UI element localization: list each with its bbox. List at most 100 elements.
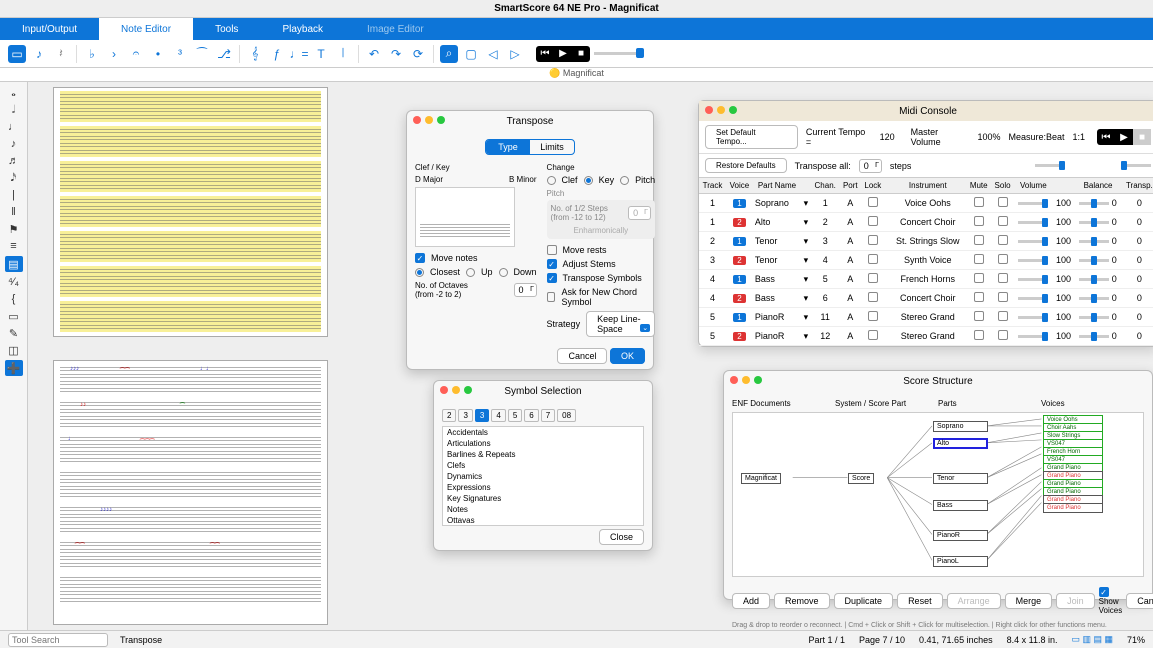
palette-add-icon[interactable]: ➕ bbox=[5, 360, 23, 376]
tool-triplet-icon[interactable]: ³ bbox=[171, 45, 189, 63]
palette-measure-icon[interactable]: ▭ bbox=[7, 309, 21, 323]
midi-track-row[interactable]: 12Alto▾2AConcert Choir100 00 bbox=[699, 213, 1153, 232]
score-canvas[interactable]: ♪♪♪⁀⁀♩♩ ♪♪⁀ ♩⁀⁀⁀ ♪♪♪♪ ⁀⁀⁀⁀ Transpose Typ… bbox=[28, 82, 1153, 642]
zoom-icon[interactable] bbox=[464, 386, 472, 394]
change-clef-radio[interactable] bbox=[547, 176, 556, 185]
struct-remove-button[interactable]: Remove bbox=[774, 593, 830, 609]
node-part[interactable]: PianoL bbox=[933, 556, 988, 567]
midi-track-row[interactable]: 21Tenor▾3ASt. Strings Slow100 00 bbox=[699, 232, 1153, 251]
midi-track-row[interactable]: 42Bass▾6AConcert Choir100 00 bbox=[699, 289, 1153, 308]
tuplet-tab[interactable]: 5 bbox=[508, 409, 522, 422]
symbol-category-item[interactable]: Notes bbox=[443, 504, 643, 515]
symbol-category-item[interactable]: Key Signatures bbox=[443, 493, 643, 504]
palette-whole-note-icon[interactable]: 𝅝 bbox=[7, 86, 21, 100]
close-icon[interactable] bbox=[413, 116, 421, 124]
palette-layers-icon[interactable]: ▤ bbox=[5, 256, 23, 272]
midi-track-row[interactable]: 32Tenor▾4ASynth Voice100 00 bbox=[699, 251, 1153, 270]
tool-next-icon[interactable]: ▷ bbox=[506, 45, 524, 63]
midi-track-row[interactable]: 52PianoR▾12AStereo Grand100 00 bbox=[699, 327, 1153, 346]
play-icon[interactable]: ▶ bbox=[554, 46, 572, 62]
tab-note-editor[interactable]: Note Editor bbox=[99, 18, 193, 40]
symbol-category-item[interactable]: Dynamics bbox=[443, 471, 643, 482]
midi-stop-icon[interactable]: ■ bbox=[1133, 129, 1151, 145]
tuplet-tab[interactable]: 08 bbox=[557, 409, 576, 422]
octaves-stepper[interactable]: 0 bbox=[514, 283, 537, 297]
minimize-icon[interactable] bbox=[717, 106, 725, 114]
tool-fermata-icon[interactable]: 𝄐 bbox=[127, 45, 145, 63]
close-icon[interactable] bbox=[730, 376, 738, 384]
stop-icon[interactable]: ■ bbox=[572, 46, 590, 62]
tuplet-tab[interactable]: 2 bbox=[442, 409, 456, 422]
tab-input-output[interactable]: Input/Output bbox=[0, 18, 99, 40]
node-voice[interactable]: Grand Piano bbox=[1043, 503, 1103, 513]
tool-search-input[interactable] bbox=[8, 633, 108, 647]
symbol-category-item[interactable]: Accidentals bbox=[443, 427, 643, 438]
symbol-category-list[interactable]: AccidentalsArticulationsBarlines & Repea… bbox=[442, 426, 644, 526]
tool-page-icon[interactable]: ▢ bbox=[462, 45, 480, 63]
closest-radio[interactable] bbox=[415, 268, 424, 277]
midi-rewind-icon[interactable]: ⏮ bbox=[1097, 129, 1115, 145]
zoom-icon[interactable] bbox=[437, 116, 445, 124]
symbol-category-item[interactable]: Articulations bbox=[443, 438, 643, 449]
change-pitch-radio[interactable] bbox=[620, 176, 629, 185]
tool-slur-icon[interactable]: ⁀ bbox=[193, 45, 211, 63]
palette-eighth-note-icon[interactable]: ♪ bbox=[7, 137, 21, 151]
midi-track-row[interactable]: 51PianoR▾11AStereo Grand100 00 bbox=[699, 308, 1153, 327]
tuplet-tab[interactable]: 6 bbox=[524, 409, 538, 422]
measure-slider[interactable] bbox=[1121, 164, 1151, 167]
palette-quarter-note-icon[interactable]: ♩ bbox=[7, 120, 21, 134]
tool-text-icon[interactable]: T bbox=[312, 45, 330, 63]
node-part[interactable]: Soprano bbox=[933, 421, 988, 432]
minimize-icon[interactable] bbox=[425, 116, 433, 124]
palette-half-note-icon[interactable]: 𝅗𝅥 bbox=[7, 103, 21, 117]
midi-track-row[interactable]: 41Bass▾5AFrench Horns100 00 bbox=[699, 270, 1153, 289]
struct-duplicate-button[interactable]: Duplicate bbox=[834, 593, 894, 609]
palette-pen-icon[interactable]: ✎ bbox=[7, 326, 21, 340]
struct-join-button[interactable]: Join bbox=[1056, 593, 1095, 609]
palette-list-icon[interactable]: ≡ bbox=[7, 239, 21, 253]
tool-barline-icon[interactable]: 𝄁 bbox=[334, 45, 352, 63]
restore-defaults-button[interactable]: Restore Defaults bbox=[705, 158, 787, 173]
struct-add-button[interactable]: Add bbox=[732, 593, 770, 609]
zoom-icon[interactable] bbox=[754, 376, 762, 384]
status-zoom[interactable]: 71% bbox=[1127, 635, 1145, 645]
close-icon[interactable] bbox=[705, 106, 713, 114]
structure-tree[interactable]: Magnificat Score SopranoAltoTenorBassPia… bbox=[732, 412, 1144, 577]
struct-arrange-button[interactable]: Arrange bbox=[947, 593, 1001, 609]
strategy-select[interactable]: Keep Line-Space⌄ bbox=[586, 311, 655, 337]
transpose-segment[interactable]: TypeLimits bbox=[485, 139, 575, 155]
tool-undo-icon[interactable]: ↶ bbox=[365, 45, 383, 63]
midi-play-icon[interactable]: ▶ bbox=[1115, 129, 1133, 145]
tuplet-tab[interactable]: 4 bbox=[491, 409, 505, 422]
transpose-symbols-check[interactable]: ✓ bbox=[547, 273, 557, 283]
playback-position-slider[interactable] bbox=[594, 52, 644, 55]
midi-track-row[interactable]: 11Soprano▾1AVoice Oohs100 00 bbox=[699, 194, 1153, 213]
node-part[interactable]: Bass bbox=[933, 500, 988, 511]
palette-barline-icon[interactable]: | bbox=[7, 188, 21, 202]
move-rests-check[interactable] bbox=[547, 245, 557, 255]
node-part[interactable]: Alto bbox=[933, 438, 988, 449]
move-notes-check[interactable]: ✓ bbox=[415, 253, 425, 263]
down-radio[interactable] bbox=[499, 268, 508, 277]
symbol-category-item[interactable]: Barlines & Repeats bbox=[443, 449, 643, 460]
tuplet-value-tabs[interactable]: 233456708 bbox=[442, 409, 644, 422]
tool-redo-icon[interactable]: ↷ bbox=[387, 45, 405, 63]
tuplet-tab[interactable]: 3 bbox=[458, 409, 472, 422]
tab-tools[interactable]: Tools bbox=[193, 18, 260, 40]
transpose-cancel-button[interactable]: Cancel bbox=[557, 348, 607, 364]
tool-tempo-icon[interactable]: ♩= bbox=[290, 45, 308, 63]
tab-playback[interactable]: Playback bbox=[260, 18, 345, 40]
struct-reset-button[interactable]: Reset bbox=[897, 593, 943, 609]
symbol-category-item[interactable]: Ottavas bbox=[443, 515, 643, 526]
palette-16th-note-icon[interactable]: ♬ bbox=[7, 154, 21, 168]
halfsteps-stepper[interactable]: 0 bbox=[628, 206, 651, 220]
tool-eighth-icon[interactable]: ♪ bbox=[30, 45, 48, 63]
close-icon[interactable] bbox=[440, 386, 448, 394]
change-key-radio[interactable] bbox=[584, 176, 593, 185]
minimize-icon[interactable] bbox=[452, 386, 460, 394]
tool-tuplet-icon[interactable]: ⎇ bbox=[215, 45, 233, 63]
struct-merge-button[interactable]: Merge bbox=[1005, 593, 1053, 609]
document-tab[interactable]: 🟡 Magnificat bbox=[549, 68, 604, 79]
show-voices-check[interactable]: ✓ Show Voices bbox=[1099, 587, 1123, 615]
palette-timesig-icon[interactable]: ⁴⁄₄ bbox=[7, 275, 21, 289]
